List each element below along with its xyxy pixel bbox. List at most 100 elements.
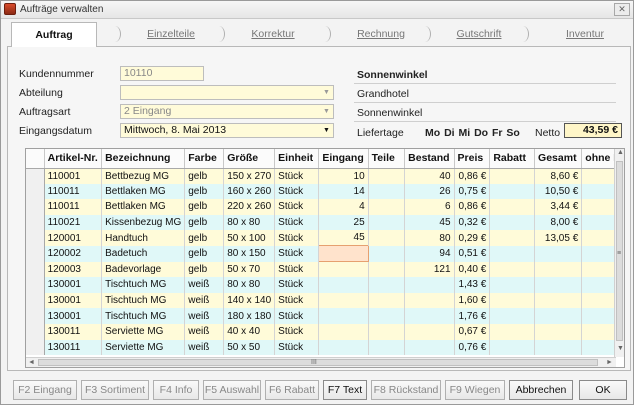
table-cell[interactable]: Serviette MG <box>101 339 186 356</box>
table-cell[interactable]: 110021 <box>44 214 103 231</box>
table-cell[interactable]: Bettlaken MG <box>101 183 186 200</box>
table-row[interactable]: 130011 Serviette MG weiß 40 x 40 Stück 0,67 € <box>26 323 624 340</box>
table-cell[interactable]: 120003 <box>44 261 103 278</box>
table-cell[interactable]: weiß <box>184 323 225 340</box>
table-cell[interactable]: Stück <box>274 168 320 184</box>
table-cell[interactable]: Tischtuch MG <box>101 277 186 293</box>
table-cell[interactable] <box>489 261 536 278</box>
table-cell[interactable]: 3,44 € <box>534 199 583 215</box>
table-cell[interactable]: 10 <box>318 168 369 184</box>
table-cell[interactable] <box>318 277 369 293</box>
table-cell[interactable]: 140 x 140 <box>223 292 276 309</box>
table-cell[interactable] <box>368 168 406 184</box>
auftragsart-select[interactable]: 2 Eingang ▼ <box>120 104 334 119</box>
table-cell[interactable] <box>404 323 455 340</box>
tab-einzelteile[interactable]: Einzelteile <box>127 22 215 46</box>
table-cell[interactable]: 40 <box>404 168 455 184</box>
table-cell[interactable]: weiß <box>184 339 225 356</box>
table-cell[interactable]: 0,40 € <box>454 261 491 278</box>
table-cell[interactable] <box>489 168 536 184</box>
table-cell[interactable]: 150 x 270 <box>223 168 276 184</box>
table-cell[interactable]: Stück <box>274 183 320 200</box>
table-cell[interactable] <box>534 245 583 262</box>
table-cell[interactable]: Serviette MG <box>101 323 186 340</box>
table-cell[interactable]: 220 x 260 <box>223 199 276 215</box>
table-cell[interactable]: Stück <box>274 323 320 340</box>
table-cell[interactable]: 40 x 40 <box>223 323 276 340</box>
table-cell[interactable]: 6 <box>404 199 455 215</box>
tab-gutschrift[interactable]: Gutschrift <box>437 22 521 46</box>
eingangsdatum-picker[interactable]: Mittwoch, 8. Mai 2013 ▼ <box>120 123 334 138</box>
table-cell[interactable] <box>368 230 406 246</box>
table-cell[interactable]: 0,29 € <box>454 230 491 246</box>
column-header[interactable]: Bestand <box>404 149 455 169</box>
table-cell[interactable] <box>489 277 536 293</box>
table-cell[interactable]: 4 <box>318 199 369 215</box>
table-cell[interactable] <box>489 230 536 246</box>
table-cell[interactable]: weiß <box>184 292 225 309</box>
table-cell[interactable]: Stück <box>274 277 320 293</box>
table-cell[interactable]: Badevorlage <box>101 261 186 278</box>
table-cell[interactable]: 45 <box>318 230 369 246</box>
table-row[interactable]: 130011 Serviette MG weiß 50 x 50 Stück 0,76 € <box>26 339 624 356</box>
table-cell[interactable] <box>489 292 536 309</box>
table-cell[interactable]: 80 <box>404 230 455 246</box>
row-header[interactable] <box>26 323 45 340</box>
column-header[interactable]: Teile <box>368 149 406 169</box>
f4-info-button[interactable]: F4 Info <box>153 380 199 400</box>
table-cell[interactable] <box>318 292 369 309</box>
column-header[interactable]: Gesamt <box>534 149 583 169</box>
abbrechen-button[interactable]: Abbrechen <box>509 380 573 400</box>
table-cell[interactable]: Kissenbezug MG <box>101 214 186 231</box>
table-cell[interactable]: 26 <box>404 183 455 200</box>
table-cell[interactable]: 80 x 80 <box>223 214 276 231</box>
table-cell[interactable] <box>318 308 369 324</box>
table-cell[interactable]: Bettlaken MG <box>101 199 186 215</box>
ok-button[interactable]: OK <box>579 380 627 400</box>
table-cell[interactable] <box>489 308 536 324</box>
column-header[interactable]: Artikel-Nr. <box>44 149 103 169</box>
f2-eingang-button[interactable]: F2 Eingang <box>13 380 77 400</box>
horizontal-scrollbar[interactable]: ◄ III ► <box>26 357 616 367</box>
table-cell[interactable]: Stück <box>274 292 320 309</box>
table-cell[interactable]: 0,32 € <box>454 214 491 231</box>
table-cell[interactable]: 0,86 € <box>454 199 491 215</box>
table-cell[interactable] <box>534 323 583 340</box>
f8-rueckstand-button[interactable]: F8 Rückstand <box>371 380 441 400</box>
table-row[interactable]: 120003 Badevorlage gelb 50 x 70 Stück 121 0,40… <box>26 261 624 278</box>
table-cell[interactable] <box>368 323 406 340</box>
table-cell[interactable]: 13,05 € <box>534 230 583 246</box>
table-cell[interactable]: Badetuch <box>101 245 186 262</box>
scroll-right-icon[interactable]: ► <box>606 359 613 366</box>
table-cell[interactable]: 110011 <box>44 183 103 200</box>
scrollbar-thumb[interactable]: ≡ <box>616 161 623 341</box>
table-cell[interactable]: 45 <box>404 214 455 231</box>
abteilung-select[interactable]: ▼ <box>120 85 334 100</box>
table-cell[interactable] <box>534 308 583 324</box>
f3-sortiment-button[interactable]: F3 Sortiment <box>81 380 149 400</box>
row-header[interactable] <box>26 292 45 309</box>
column-header[interactable]: Einheit <box>274 149 320 169</box>
table-cell[interactable]: 0,76 € <box>454 339 491 356</box>
row-header[interactable] <box>26 339 45 356</box>
table-cell[interactable]: gelb <box>184 245 225 262</box>
table-cell[interactable] <box>368 292 406 309</box>
table-row[interactable]: 110001 Bettbezug MG gelb 150 x 270 Stück 10 40… <box>26 168 624 184</box>
table-cell[interactable]: 8,60 € <box>534 168 583 184</box>
tab-inventur[interactable]: Inventur <box>543 22 627 46</box>
table-cell[interactable]: Stück <box>274 199 320 215</box>
table-cell[interactable] <box>368 277 406 293</box>
table-cell[interactable]: Stück <box>274 245 320 262</box>
table-cell[interactable]: 94 <box>404 245 455 262</box>
table-cell[interactable] <box>404 277 455 293</box>
table-cell[interactable]: 0,86 € <box>454 168 491 184</box>
scrollbar-thumb[interactable]: III <box>38 359 598 366</box>
table-cell[interactable] <box>489 245 536 262</box>
tab-korrektur[interactable]: Korrektur <box>231 22 315 46</box>
f5-auswahl-button[interactable]: F5 Auswahl <box>203 380 261 400</box>
table-cell[interactable] <box>368 261 406 278</box>
chevron-down-icon[interactable]: ▼ <box>321 87 332 98</box>
row-header[interactable] <box>26 199 45 215</box>
table-cell[interactable]: 1,43 € <box>454 277 491 293</box>
kundennummer-field[interactable]: 10110 <box>120 66 204 81</box>
